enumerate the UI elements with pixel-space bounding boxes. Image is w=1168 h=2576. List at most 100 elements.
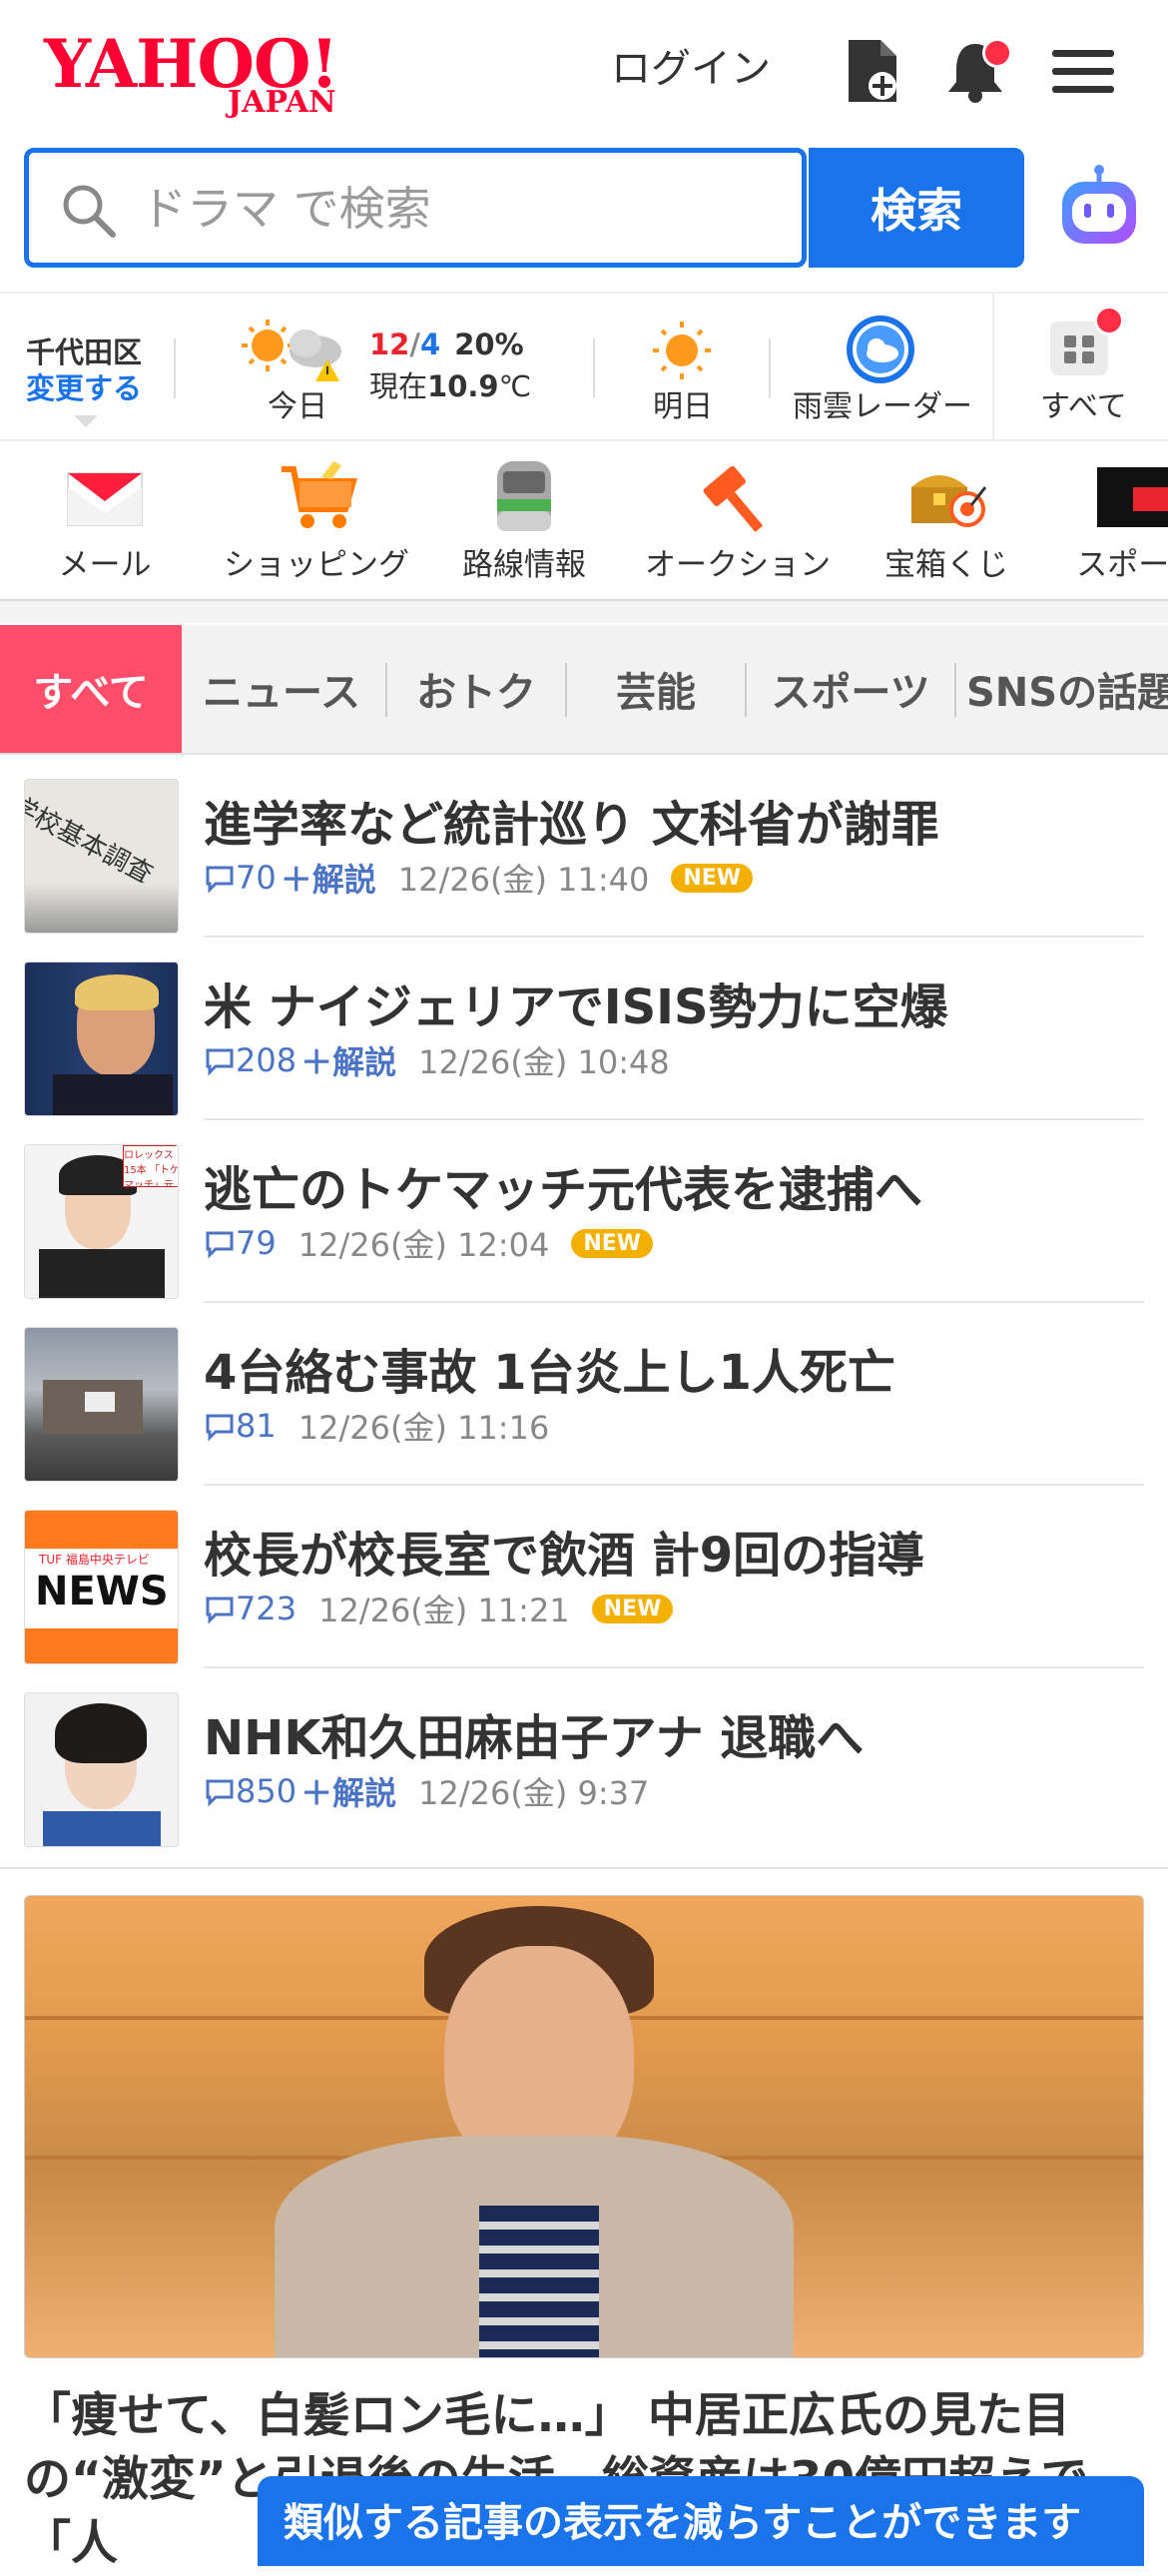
all-label: すべて	[1040, 389, 1127, 424]
comment-icon	[206, 866, 234, 894]
thumb-hair	[75, 974, 159, 1010]
explanation-link[interactable]: ＋解説	[300, 1037, 396, 1083]
new-badge: NEW	[571, 1228, 654, 1258]
tab-news[interactable]: ニュース	[190, 625, 373, 753]
comment-number: 208	[236, 1041, 297, 1079]
explanation-label: 解説	[332, 1774, 397, 1812]
service-sports[interactable]: スポーツ	[1068, 439, 1168, 599]
yahoo-japan-logo[interactable]: YAHOO! JAPAN	[44, 28, 363, 120]
sun-icon	[653, 322, 711, 379]
news-item[interactable]: ロレックス15本 「トケマッチ」元代 逃亡のトケマッチ元代表を逮捕へ 79 12…	[0, 1120, 1168, 1303]
thumb-clothes	[43, 1811, 161, 1846]
news-meta: 79 12/26(金) 12:04 NEW	[204, 1220, 654, 1266]
news-thumbnail: ロレックス15本 「トケマッチ」元代	[24, 1144, 179, 1299]
service-label: スポーツ	[1076, 547, 1168, 583]
feature-image[interactable]	[24, 1895, 1144, 2358]
change-area-link[interactable]: 変更する	[26, 365, 142, 407]
news-item[interactable]: 4台絡む事故 1台炎上し1人死亡 81 12/26(金) 11:16	[0, 1303, 1168, 1486]
comment-count[interactable]: 723	[204, 1590, 296, 1627]
news-thumbnail	[24, 962, 179, 1116]
explanation-label: 解説	[332, 1043, 397, 1081]
news-item[interactable]: NHK和久田麻由子アナ 退職へ 850 ＋解説 12/26(金) 9:37	[0, 1668, 1168, 1851]
comment-count[interactable]: 208	[204, 1041, 296, 1079]
new-badge: NEW	[671, 863, 754, 893]
news-title: NHK和久田麻由子アナ 退職へ	[204, 1710, 865, 1766]
divider	[769, 338, 771, 398]
thumb-channel-text: TUF 福島中央テレビ	[39, 1553, 150, 1567]
plus-sign: ＋	[300, 1043, 333, 1081]
explanation-link[interactable]: ＋解説	[281, 855, 376, 901]
news-title: 逃亡のトケマッチ元代表を逮捕へ	[204, 1162, 923, 1218]
service-label: ショッピング	[224, 547, 409, 583]
service-shortcuts: メール ショッピング 路線情報 オークション 宝箱くじ スポー	[0, 439, 1168, 601]
section-divider	[0, 1867, 1168, 1869]
sun-cloud-icon	[242, 320, 341, 381]
search-icon	[63, 185, 116, 238]
tab-all[interactable]: すべて	[0, 625, 182, 753]
thumb-caption: ロレックス15本 「トケマッチ」元代	[123, 1145, 178, 1187]
search-button[interactable]: 検索	[809, 148, 1024, 268]
news-meta: 208 ＋解説 12/26(金) 10:48	[204, 1037, 670, 1083]
comment-number: 850	[236, 1772, 297, 1810]
now-temp-value: 10.9	[427, 369, 499, 403]
explanation-link[interactable]: ＋解説	[300, 1768, 396, 1814]
news-meta: 723 12/26(金) 11:21 NEW	[204, 1586, 674, 1631]
section-spacer	[0, 601, 1168, 623]
thumb-suit	[53, 1074, 173, 1115]
comment-count[interactable]: 70	[204, 859, 277, 897]
all-notification-dot	[1094, 306, 1124, 335]
divider	[174, 338, 176, 398]
comment-count[interactable]: 81	[204, 1407, 277, 1445]
service-label: 宝箱くじ	[884, 547, 1008, 583]
current-temp: 現在10.9℃	[369, 363, 531, 405]
train-icon	[497, 461, 551, 531]
news-thumbnail	[24, 1692, 179, 1847]
news-title: 校長が校長室で飲酒 計9回の指導	[204, 1528, 925, 1584]
news-thumbnail: 学校基本調査	[24, 779, 179, 934]
login-link[interactable]: ログイン	[611, 44, 771, 94]
news-item[interactable]: TUF 福島中央テレビ NEWS 校長が校長室で飲酒 計9回の指導 723 12…	[0, 1486, 1168, 1668]
comment-count[interactable]: 850	[204, 1772, 296, 1810]
news-date: 12/26(金) 12:04	[297, 1226, 550, 1264]
auction-hammer-icon	[703, 465, 764, 532]
news-date: 12/26(金) 11:16	[297, 1409, 550, 1447]
bell-icon[interactable]	[940, 36, 1012, 106]
service-shopping[interactable]: ショッピング	[222, 439, 411, 599]
menu-icon[interactable]	[1048, 36, 1118, 106]
service-auction[interactable]: オークション	[645, 439, 831, 599]
news-item[interactable]: 米 ナイジェリアでISIS勢力に空爆 208 ＋解説 12/26(金) 10:4…	[0, 938, 1168, 1120]
service-treasure[interactable]: 宝箱くじ	[876, 439, 1016, 599]
ai-assistant-icon[interactable]	[1054, 162, 1144, 252]
news-title: 4台絡む事故 1台炎上し1人死亡	[204, 1345, 895, 1401]
tab-deals[interactable]: おトク	[387, 625, 565, 753]
mail-icon	[67, 472, 143, 526]
news-meta: 70 ＋解説 12/26(金) 11:40 NEW	[204, 855, 754, 901]
tab-sports[interactable]: スポーツ	[751, 625, 950, 753]
now-prefix: 現在	[369, 369, 428, 403]
divider	[992, 294, 994, 439]
notification-dot	[982, 38, 1012, 68]
feedback-toast[interactable]: 類似する記事の表示を減らすことができます	[258, 2476, 1144, 2566]
news-date: 12/26(金) 10:48	[418, 1043, 670, 1081]
add-document-icon[interactable]	[837, 36, 906, 106]
search-input[interactable]	[139, 173, 702, 245]
today-label: 今日	[268, 389, 327, 424]
comment-count[interactable]: 79	[204, 1224, 277, 1262]
news-date: 12/26(金) 9:37	[418, 1774, 650, 1812]
news-item[interactable]: 学校基本調査 進学率など統計巡り 文科省が謝罪 70 ＋解説 12/26(金) …	[0, 755, 1168, 938]
service-mail[interactable]: メール	[40, 439, 170, 599]
thumb-document-text: 学校基本調査	[24, 790, 158, 891]
weather-bar: 千代田区 変更する 今日 12/4 20% 現在10.9℃ 明日 雨雲レーダー …	[0, 292, 1168, 441]
service-label: オークション	[645, 547, 831, 583]
now-temp-unit: ℃	[498, 369, 532, 403]
tab-sns[interactable]: SNSの話題	[966, 625, 1168, 753]
rain-radar-label: 雨雲レーダー	[793, 389, 972, 424]
high-temp: 12	[369, 327, 410, 361]
today-temps: 12/4 20%	[369, 327, 524, 361]
explanation-label: 解説	[311, 861, 376, 899]
thumb-news-text: NEWS	[35, 1569, 169, 1614]
service-transit[interactable]: 路線情報	[454, 439, 594, 599]
sports-icon	[1097, 467, 1168, 527]
treasure-box-icon	[911, 475, 987, 527]
tab-entertainment[interactable]: 芸能	[567, 625, 745, 753]
